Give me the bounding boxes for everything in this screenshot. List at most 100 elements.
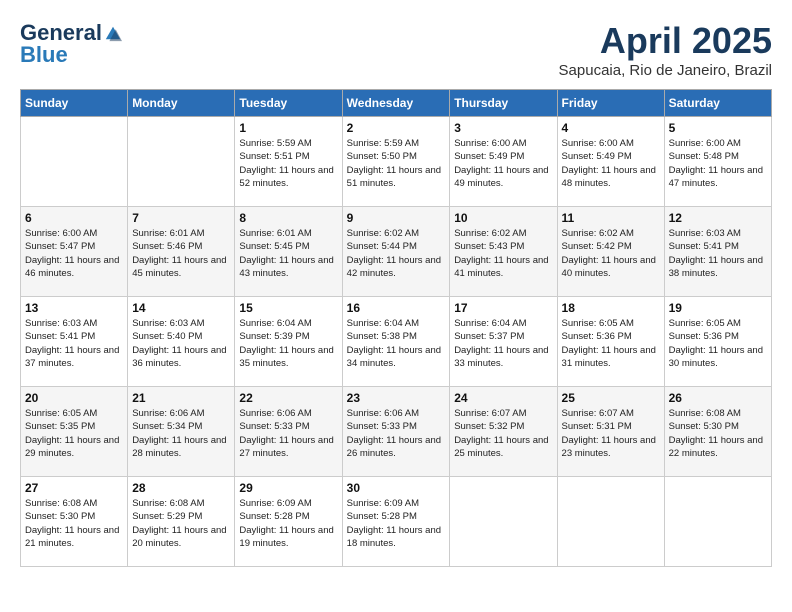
day-info: Sunrise: 6:02 AM Sunset: 5:44 PM Dayligh… bbox=[347, 227, 446, 280]
weekday-header-wednesday: Wednesday bbox=[342, 90, 450, 117]
day-info: Sunrise: 6:08 AM Sunset: 5:30 PM Dayligh… bbox=[25, 497, 123, 550]
day-number: 23 bbox=[347, 391, 446, 405]
day-number: 12 bbox=[669, 211, 767, 225]
calendar-cell: 22 Sunrise: 6:06 AM Sunset: 5:33 PM Dayli… bbox=[235, 387, 342, 477]
day-number: 11 bbox=[562, 211, 660, 225]
calendar-cell: 15 Sunrise: 6:04 AM Sunset: 5:39 PM Dayli… bbox=[235, 297, 342, 387]
day-info: Sunrise: 5:59 AM Sunset: 5:51 PM Dayligh… bbox=[239, 137, 337, 190]
day-number: 18 bbox=[562, 301, 660, 315]
day-number: 14 bbox=[132, 301, 230, 315]
day-info: Sunrise: 6:07 AM Sunset: 5:31 PM Dayligh… bbox=[562, 407, 660, 460]
day-info: Sunrise: 6:00 AM Sunset: 5:49 PM Dayligh… bbox=[562, 137, 660, 190]
day-number: 9 bbox=[347, 211, 446, 225]
calendar-cell: 25 Sunrise: 6:07 AM Sunset: 5:31 PM Dayli… bbox=[557, 387, 664, 477]
calendar-cell: 2 Sunrise: 5:59 AM Sunset: 5:50 PM Daylig… bbox=[342, 117, 450, 207]
day-number: 27 bbox=[25, 481, 123, 495]
month-title: April 2025 bbox=[559, 20, 772, 62]
calendar-cell: 14 Sunrise: 6:03 AM Sunset: 5:40 PM Dayli… bbox=[128, 297, 235, 387]
weekday-header-thursday: Thursday bbox=[450, 90, 557, 117]
day-info: Sunrise: 6:02 AM Sunset: 5:42 PM Dayligh… bbox=[562, 227, 660, 280]
day-number: 6 bbox=[25, 211, 123, 225]
day-number: 17 bbox=[454, 301, 552, 315]
day-info: Sunrise: 6:00 AM Sunset: 5:48 PM Dayligh… bbox=[669, 137, 767, 190]
calendar-cell: 28Sunrise: 6:08 AM Sunset: 5:29 PM Dayli… bbox=[128, 477, 235, 567]
day-number: 24 bbox=[454, 391, 552, 405]
calendar-cell: 12Sunrise: 6:03 AM Sunset: 5:41 PM Dayli… bbox=[664, 207, 771, 297]
calendar-cell: 1 Sunrise: 5:59 AM Sunset: 5:51 PM Daylig… bbox=[235, 117, 342, 207]
day-info: Sunrise: 6:09 AM Sunset: 5:28 PM Dayligh… bbox=[239, 497, 337, 550]
day-number: 16 bbox=[347, 301, 446, 315]
day-number: 21 bbox=[132, 391, 230, 405]
calendar-body: 1 Sunrise: 5:59 AM Sunset: 5:51 PM Daylig… bbox=[21, 117, 772, 567]
calendar-cell bbox=[557, 477, 664, 567]
calendar-cell: 17 Sunrise: 6:04 AM Sunset: 5:37 PM Dayli… bbox=[450, 297, 557, 387]
weekday-header-sunday: Sunday bbox=[21, 90, 128, 117]
calendar-week-3: 20 Sunrise: 6:05 AM Sunset: 5:35 PM Dayli… bbox=[21, 387, 772, 477]
day-info: Sunrise: 6:07 AM Sunset: 5:32 PM Dayligh… bbox=[454, 407, 552, 460]
day-info: Sunrise: 6:08 AM Sunset: 5:30 PM Dayligh… bbox=[669, 407, 767, 460]
calendar-cell: 11 Sunrise: 6:02 AM Sunset: 5:42 PM Dayli… bbox=[557, 207, 664, 297]
day-number: 4 bbox=[562, 121, 660, 135]
day-info: Sunrise: 6:01 AM Sunset: 5:46 PM Dayligh… bbox=[132, 227, 230, 280]
day-number: 30 bbox=[347, 481, 446, 495]
day-info: Sunrise: 6:00 AM Sunset: 5:47 PM Dayligh… bbox=[25, 227, 123, 280]
day-info: Sunrise: 5:59 AM Sunset: 5:50 PM Dayligh… bbox=[347, 137, 446, 190]
day-number: 5 bbox=[669, 121, 767, 135]
day-number: 26 bbox=[669, 391, 767, 405]
logo-blue-text: Blue bbox=[20, 42, 68, 68]
day-info: Sunrise: 6:08 AM Sunset: 5:29 PM Dayligh… bbox=[132, 497, 230, 550]
weekday-header-tuesday: Tuesday bbox=[235, 90, 342, 117]
day-info: Sunrise: 6:06 AM Sunset: 5:33 PM Dayligh… bbox=[239, 407, 337, 460]
calendar-week-2: 13 Sunrise: 6:03 AM Sunset: 5:41 PM Dayli… bbox=[21, 297, 772, 387]
calendar-cell: 20 Sunrise: 6:05 AM Sunset: 5:35 PM Dayli… bbox=[21, 387, 128, 477]
day-info: Sunrise: 6:03 AM Sunset: 5:40 PM Dayligh… bbox=[132, 317, 230, 370]
day-info: Sunrise: 6:06 AM Sunset: 5:33 PM Dayligh… bbox=[347, 407, 446, 460]
calendar-cell: 7 Sunrise: 6:01 AM Sunset: 5:46 PM Daylig… bbox=[128, 207, 235, 297]
calendar-cell bbox=[664, 477, 771, 567]
day-info: Sunrise: 6:05 AM Sunset: 5:36 PM Dayligh… bbox=[562, 317, 660, 370]
calendar-cell: 18 Sunrise: 6:05 AM Sunset: 5:36 PM Dayli… bbox=[557, 297, 664, 387]
day-info: Sunrise: 6:05 AM Sunset: 5:36 PM Dayligh… bbox=[669, 317, 767, 370]
day-info: Sunrise: 6:03 AM Sunset: 5:41 PM Dayligh… bbox=[25, 317, 123, 370]
day-number: 8 bbox=[239, 211, 337, 225]
day-number: 29 bbox=[239, 481, 337, 495]
day-info: Sunrise: 6:04 AM Sunset: 5:39 PM Dayligh… bbox=[239, 317, 337, 370]
day-number: 22 bbox=[239, 391, 337, 405]
day-number: 15 bbox=[239, 301, 337, 315]
calendar-cell: 26 Sunrise: 6:08 AM Sunset: 5:30 PM Dayli… bbox=[664, 387, 771, 477]
calendar-cell: 27 Sunrise: 6:08 AM Sunset: 5:30 PM Dayli… bbox=[21, 477, 128, 567]
calendar-cell: 6 Sunrise: 6:00 AM Sunset: 5:47 PM Daylig… bbox=[21, 207, 128, 297]
location-text: Sapucaia, Rio de Janeiro, Brazil bbox=[559, 62, 772, 79]
day-info: Sunrise: 6:05 AM Sunset: 5:35 PM Dayligh… bbox=[25, 407, 123, 460]
calendar-cell bbox=[450, 477, 557, 567]
day-info: Sunrise: 6:01 AM Sunset: 5:45 PM Dayligh… bbox=[239, 227, 337, 280]
calendar-cell bbox=[128, 117, 235, 207]
day-info: Sunrise: 6:00 AM Sunset: 5:49 PM Dayligh… bbox=[454, 137, 552, 190]
calendar-cell: 29 Sunrise: 6:09 AM Sunset: 5:28 PM Dayli… bbox=[235, 477, 342, 567]
calendar-cell: 23 Sunrise: 6:06 AM Sunset: 5:33 PM Dayli… bbox=[342, 387, 450, 477]
calendar-cell: 16 Sunrise: 6:04 AM Sunset: 5:38 PM Dayli… bbox=[342, 297, 450, 387]
weekday-header-monday: Monday bbox=[128, 90, 235, 117]
calendar-cell: 21 Sunrise: 6:06 AM Sunset: 5:34 PM Dayli… bbox=[128, 387, 235, 477]
page-header: General Blue April 2025 Sapucaia, Rio de… bbox=[20, 20, 772, 79]
calendar-week-1: 6 Sunrise: 6:00 AM Sunset: 5:47 PM Daylig… bbox=[21, 207, 772, 297]
day-number: 7 bbox=[132, 211, 230, 225]
day-number: 20 bbox=[25, 391, 123, 405]
day-number: 2 bbox=[347, 121, 446, 135]
calendar-table: SundayMondayTuesdayWednesdayThursdayFrid… bbox=[20, 89, 772, 567]
day-info: Sunrise: 6:02 AM Sunset: 5:43 PM Dayligh… bbox=[454, 227, 552, 280]
calendar-cell: 19Sunrise: 6:05 AM Sunset: 5:36 PM Dayli… bbox=[664, 297, 771, 387]
day-info: Sunrise: 6:04 AM Sunset: 5:38 PM Dayligh… bbox=[347, 317, 446, 370]
day-info: Sunrise: 6:06 AM Sunset: 5:34 PM Dayligh… bbox=[132, 407, 230, 460]
day-number: 1 bbox=[239, 121, 337, 135]
calendar-cell: 13 Sunrise: 6:03 AM Sunset: 5:41 PM Dayli… bbox=[21, 297, 128, 387]
day-number: 3 bbox=[454, 121, 552, 135]
day-number: 13 bbox=[25, 301, 123, 315]
day-number: 25 bbox=[562, 391, 660, 405]
calendar-week-4: 27 Sunrise: 6:08 AM Sunset: 5:30 PM Dayli… bbox=[21, 477, 772, 567]
calendar-cell: 10Sunrise: 6:02 AM Sunset: 5:43 PM Dayli… bbox=[450, 207, 557, 297]
day-info: Sunrise: 6:04 AM Sunset: 5:37 PM Dayligh… bbox=[454, 317, 552, 370]
title-block: April 2025 Sapucaia, Rio de Janeiro, Bra… bbox=[559, 20, 772, 79]
calendar-cell: 8 Sunrise: 6:01 AM Sunset: 5:45 PM Daylig… bbox=[235, 207, 342, 297]
day-info: Sunrise: 6:09 AM Sunset: 5:28 PM Dayligh… bbox=[347, 497, 446, 550]
